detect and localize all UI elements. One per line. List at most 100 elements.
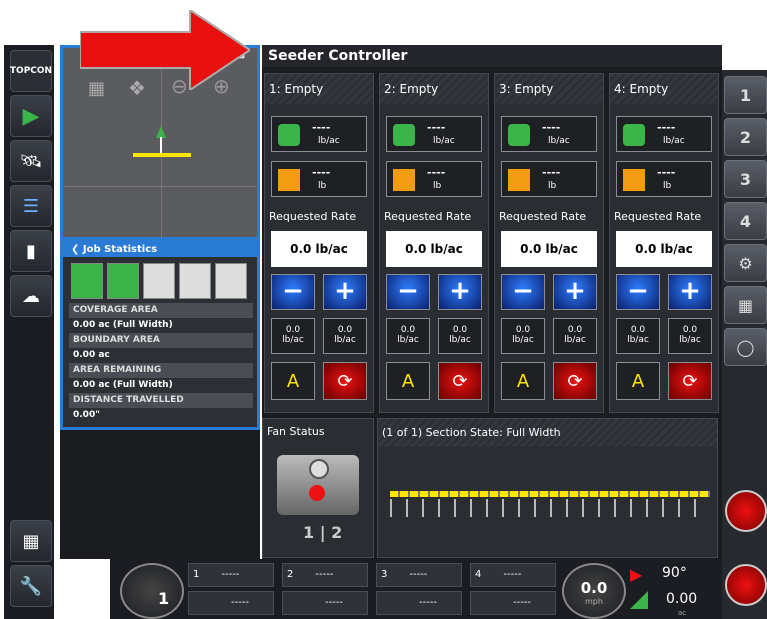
tab-4[interactable]: 4 [724,202,767,240]
unit: lb/ac [548,136,570,146]
tank-level-box[interactable]: ---- lb [271,161,367,197]
increase-rate-button[interactable]: + [553,274,597,310]
rate-step-box[interactable]: 0.0 lb/ac [616,318,660,354]
rate-step-box[interactable]: 0.0 lb/ac [271,318,315,354]
job-statistics-header[interactable]: ❮ Job Statistics [63,243,257,257]
channel-4-row[interactable]: 4 ----- [470,563,556,587]
fan-gauge-icon [309,459,329,479]
rate-step-box[interactable]: 0.0 lb/ac [386,318,430,354]
layers-icon[interactable]: ☰ [10,185,52,227]
decrease-rate-button[interactable]: − [271,274,315,310]
sections-master-button[interactable] [725,490,767,532]
stats-tab-time[interactable] [107,263,139,299]
column-header[interactable]: 1: Empty [265,74,373,104]
column-header[interactable]: 4: Empty [610,74,718,104]
increase-rate-button[interactable]: + [438,274,482,310]
rate-step-box[interactable]: 0.0 lb/ac [553,318,597,354]
settings-icon[interactable]: ⚙ [724,244,767,282]
channel-3-lower[interactable]: ----- [376,591,462,615]
value: 0.0 [682,325,698,335]
grid-line [63,186,257,187]
auto-mode-button[interactable]: A [616,362,660,400]
unit: lb/ac [318,136,340,146]
requested-rate-value[interactable]: 0.0 lb/ac [501,231,597,267]
channel-4-lower[interactable]: ----- [470,591,556,615]
heading-icon: ▶ [630,565,643,584]
fan-alarm-icon [309,485,325,501]
product-column-4: 4: Empty ---- lb/ac ---- lb Requested Rate… [609,73,719,413]
unit: lb [433,181,442,191]
steering-button[interactable] [725,564,767,606]
channel-3-row[interactable]: 3 ----- [376,563,462,587]
applied-rate-box[interactable]: ---- lb/ac [271,116,367,152]
stats-tab-field[interactable] [179,263,211,299]
decrease-rate-button[interactable]: − [501,274,545,310]
fan-status-label: Fan Status [267,425,325,438]
channel-value: ----- [315,569,334,580]
column-header[interactable]: 3: Empty [495,74,603,104]
column-header[interactable]: 2: Empty [380,74,488,104]
device-icon[interactable]: ▮ [10,230,52,272]
stats-tab-coverage[interactable] [71,263,103,299]
cloud-icon[interactable]: ☁ [10,275,52,317]
tank-icon [393,169,415,191]
value: ---- [427,166,446,179]
row-units [390,499,710,517]
stats-tab-operator[interactable] [143,263,175,299]
requested-rate-value[interactable]: 0.0 lb/ac [386,231,482,267]
stats-tab-report[interactable] [215,263,247,299]
wrench-icon[interactable]: 🔧 [10,565,52,607]
channel-1-row[interactable]: 1 ----- [188,563,274,587]
rate-step-box[interactable]: 0.0 lb/ac [668,318,712,354]
applied-rate-box[interactable]: ---- lb/ac [386,116,482,152]
bin-icon[interactable]: ▦ [10,520,52,562]
auto-mode-button[interactable]: A [501,362,545,400]
unit: lb/ac [679,335,701,345]
tab-3[interactable]: 3 [724,160,767,198]
channel-2-row[interactable]: 2 ----- [282,563,368,587]
tab-1[interactable]: 1 [724,76,767,114]
gauge-number: 1 [158,589,170,608]
decrease-rate-button[interactable]: − [616,274,660,310]
gauge-icon[interactable]: ◯ [724,328,767,366]
satellite-icon[interactable]: 🛰 [10,140,52,182]
map-icon[interactable]: ▦ [724,286,767,324]
tank-level-box[interactable]: ---- lb [386,161,482,197]
channel-2-lower[interactable]: ----- [282,591,368,615]
topcon-logo-icon[interactable]: TOPCON [10,50,52,92]
red-arrow-icon [80,10,250,90]
rate-step-box[interactable]: 0.0 lb/ac [501,318,545,354]
gauge[interactable]: 1 [120,563,184,619]
tab-2[interactable]: 2 [724,118,767,156]
reset-button[interactable]: ⟳ [438,362,482,400]
right-toolbar: 1 2 3 4 ⚙ ▦ ◯ [722,70,767,619]
fan-status-panel[interactable]: Fan Status 1 | 2 [262,418,374,558]
auto-mode-button[interactable]: A [271,362,315,400]
unit: lb/ac [663,136,685,146]
reset-button[interactable]: ⟳ [668,362,712,400]
requested-rate-value[interactable]: 0.0 lb/ac [271,231,367,267]
increase-rate-button[interactable]: + [668,274,712,310]
rate-step-box[interactable]: 0.0 lb/ac [323,318,367,354]
speedometer[interactable]: 0.0 mph [562,563,626,619]
reset-button[interactable]: ⟳ [323,362,367,400]
tank-level-box[interactable]: ---- lb [616,161,712,197]
applied-rate-box[interactable]: ---- lb/ac [501,116,597,152]
rate-step-box[interactable]: 0.0 lb/ac [438,318,482,354]
increase-rate-button[interactable]: + [323,274,367,310]
applied-rate-box[interactable]: ---- lb/ac [616,116,712,152]
unit: lb [663,181,672,191]
value: ---- [427,121,446,134]
channel-value: ----- [513,597,532,608]
decrease-rate-button[interactable]: − [386,274,430,310]
value: 0.0 [567,325,583,335]
section-state-panel[interactable]: (1 of 1) Section State: Full Width [377,418,718,558]
channel-1-lower[interactable]: ----- [188,591,274,615]
play-icon[interactable]: ▶ [10,95,52,137]
auto-mode-button[interactable]: A [386,362,430,400]
tank-level-box[interactable]: ---- lb [501,161,597,197]
reset-button[interactable]: ⟳ [553,362,597,400]
stats-list: COVERAGE AREA 0.00 ac (Full Width) BOUND… [69,303,253,423]
requested-rate-value[interactable]: 0.0 lb/ac [616,231,712,267]
bottom-bar: 1 1 ----- 2 ----- 3 ----- 4 ----- ----- ----… [110,559,722,619]
